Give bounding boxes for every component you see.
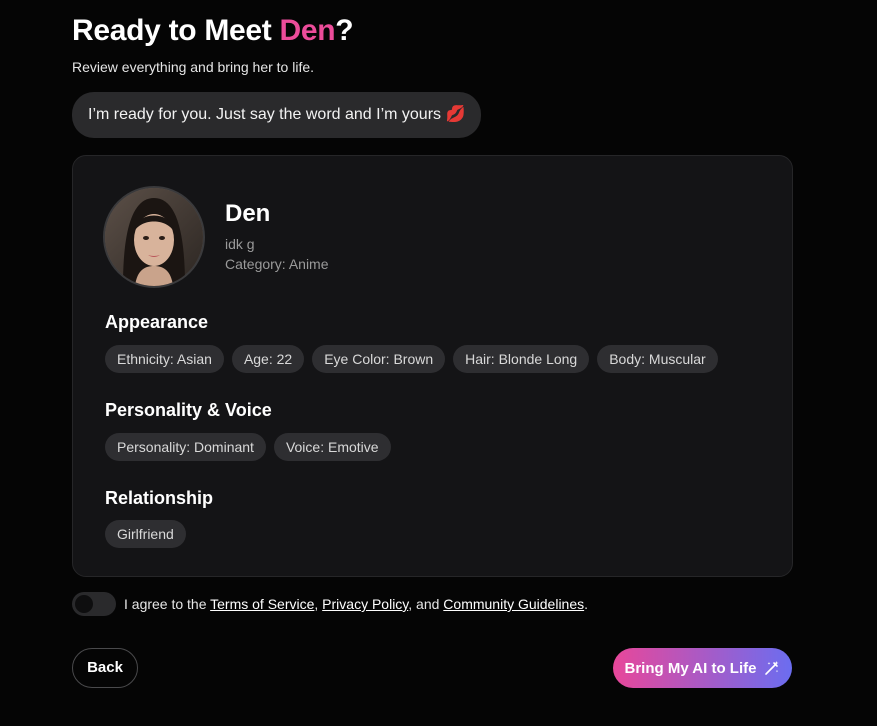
cta-label: Bring My AI to Life: [624, 659, 757, 677]
agree-toggle[interactable]: [72, 592, 116, 616]
avatar-portrait-icon: [105, 188, 203, 286]
appearance-title: Appearance: [105, 312, 209, 332]
tag-voice: Voice: Emotive: [273, 433, 391, 461]
kiss-emoji-icon: 💋: [445, 106, 466, 123]
tag-relationship: Girlfriend: [105, 520, 186, 548]
page: Ready to Meet Den? Review everything and…: [72, 0, 793, 688]
avatar: [103, 186, 205, 288]
title-prefix: Ready to Meet: [72, 14, 280, 47]
profile-category: Category: Anime: [225, 256, 329, 272]
page-title: Ready to Meet Den?: [72, 12, 793, 50]
agreement-row: I agree to the Terms of Service, Privacy…: [72, 592, 588, 616]
toggle-knob: [75, 595, 93, 613]
title-name: Den: [279, 14, 336, 47]
bring-to-life-button[interactable]: Bring My AI to Life: [613, 648, 792, 688]
tag-eye-color: Eye Color: Brown: [312, 345, 446, 373]
profile-description: idk g: [225, 236, 255, 252]
guidelines-link[interactable]: Community Guidelines: [443, 596, 584, 612]
tag-personality: Personality: Dominant: [105, 433, 266, 461]
tag-body: Body: Muscular: [597, 345, 718, 373]
profile-name: Den: [225, 200, 271, 227]
privacy-link[interactable]: Privacy Policy: [322, 596, 408, 612]
page-subtitle: Review everything and bring her to life.: [72, 59, 315, 75]
terms-link[interactable]: Terms of Service: [210, 596, 314, 612]
message-text: I’m ready for you. Just say the word and…: [88, 106, 442, 123]
profile-card: Den idk g Category: Anime Appearance Eth…: [72, 155, 793, 577]
agreement-suffix: .: [584, 596, 589, 612]
agreement-prefix: I agree to the: [124, 596, 211, 612]
back-button[interactable]: Back: [72, 648, 138, 688]
title-suffix: ?: [335, 14, 354, 47]
agreement-sep2: , and: [408, 596, 444, 612]
tag-ethnicity: Ethnicity: Asian: [105, 345, 224, 373]
appearance-tags: Ethnicity: Asian Age: 22 Eye Color: Brow…: [105, 345, 718, 373]
tag-age: Age: 22: [231, 345, 305, 373]
personality-title: Personality & Voice: [105, 400, 272, 420]
message-bubble: I’m ready for you. Just say the word and…: [72, 92, 482, 138]
relationship-title: Relationship: [105, 488, 214, 508]
agreement-sep1: ,: [314, 596, 323, 612]
magic-wand-icon: [765, 661, 779, 675]
agreement-text: I agree to the Terms of Service, Privacy…: [124, 596, 588, 612]
relationship-tags: Girlfriend: [105, 520, 186, 548]
tag-hair: Hair: Blonde Long: [453, 345, 590, 373]
personality-tags: Personality: Dominant Voice: Emotive: [105, 433, 391, 461]
